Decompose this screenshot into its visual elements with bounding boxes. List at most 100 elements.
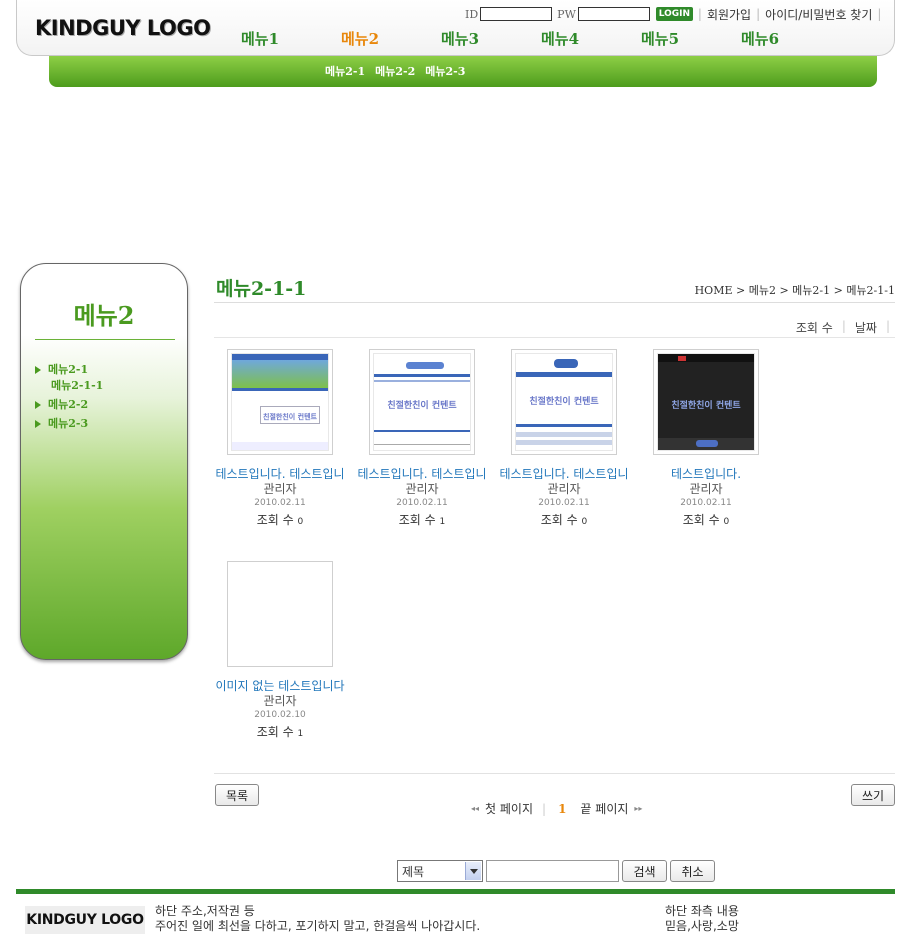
divider: |	[542, 801, 547, 816]
post-title-link[interactable]: 테스트입니다. 테스트입니	[357, 465, 487, 482]
post-title-link[interactable]: 테스트입니다.	[641, 465, 771, 482]
sub-nav-bar: 메뉴2-1 메뉴2-2 메뉴2-3	[49, 56, 877, 87]
triangle-bullet-icon	[35, 420, 41, 428]
post-views: 조회 수 0	[640, 511, 772, 528]
sidebar-subitem-2-1-1[interactable]: 메뉴2-1-1	[35, 377, 103, 393]
subnav-item-2-3[interactable]: 메뉴2-3	[425, 63, 465, 79]
pw-label: PW	[557, 7, 576, 21]
post-views: 조회 수 1	[214, 723, 346, 740]
views-count: 0	[581, 517, 588, 527]
last-page-link[interactable]: 끝 페이지	[580, 800, 628, 817]
footer-right-title: 하단 좌측 내용	[665, 904, 739, 918]
sidebar-item-label: 메뉴2-1	[48, 363, 89, 376]
id-label: ID	[465, 7, 479, 21]
post-views: 조회 수 0	[498, 511, 630, 528]
divider: |	[841, 319, 846, 333]
post-author: 관리자	[547, 482, 581, 496]
nav-menu2[interactable]: 메뉴2	[341, 28, 441, 49]
post-thumbnail[interactable]: 친절한친이 컨텐트	[369, 349, 475, 455]
post-date: 2010.02.11	[538, 498, 590, 508]
nav-menu1[interactable]: 메뉴1	[241, 28, 341, 49]
views-count: 1	[297, 729, 304, 739]
join-link[interactable]: 회원가입	[707, 6, 751, 23]
search-select-value: 제목	[402, 864, 425, 879]
post-author: 관리자	[405, 482, 439, 496]
sidebar-item-label: 메뉴2-2	[48, 398, 89, 411]
sidebar-menu: 메뉴2-1 메뉴2-1-1 메뉴2-2 메뉴2-3	[35, 363, 103, 436]
header: KINDGUY LOGO ID PW LOGIN | 회원가입 | 아이디/비밀…	[16, 0, 895, 56]
nav-menu4[interactable]: 메뉴4	[541, 28, 641, 49]
views-count: 0	[297, 517, 304, 527]
footer-right-info: 하단 좌측 내용 믿음,사랑,소망	[665, 904, 739, 934]
current-page[interactable]: 1	[558, 802, 566, 816]
views-label: 조회 수	[540, 513, 578, 527]
post-author: 관리자	[263, 482, 297, 496]
subnav-item-2-2[interactable]: 메뉴2-2	[375, 63, 415, 79]
breadcrumb: HOME > 메뉴2 > 메뉴2-1 > 메뉴2-1-1	[694, 284, 895, 297]
id-input[interactable]	[480, 7, 553, 21]
post-title-link[interactable]: 테스트입니다. 테스트입니	[499, 465, 629, 482]
footer-info: 하단 주소,저작권 등 주어진 일에 최선을 다하고, 포기하지 말고, 한걸음…	[155, 904, 480, 934]
pw-input[interactable]	[577, 7, 650, 21]
gallery-item[interactable]: 친절한친이 컨텐트 테스트입니다. 테스트입니 관리자 2010.02.11 조…	[214, 349, 346, 528]
sidebar: 메뉴2 메뉴2-1 메뉴2-1-1 메뉴2-2 메뉴2-3	[20, 263, 188, 660]
post-date: 2010.02.11	[254, 498, 306, 508]
post-thumbnail-empty[interactable]	[227, 561, 333, 667]
first-page-arrow-icon: ◂◂	[471, 804, 480, 813]
chevron-down-icon[interactable]	[465, 862, 481, 880]
thumbnail-text: 친절한친이 컨텐트	[387, 401, 457, 411]
nav-menu3[interactable]: 메뉴3	[441, 28, 541, 49]
gallery-item[interactable]: 친절한친이 컨텐트 테스트입니다. 테스트입니 관리자 2010.02.11 조…	[356, 349, 488, 528]
nav-menu6[interactable]: 메뉴6	[741, 28, 841, 49]
gallery-item[interactable]: 친절한친이 컨텐트 테스트입니다. 관리자 2010.02.11 조회 수 0	[640, 349, 772, 528]
gallery-item[interactable]: 친절한친이 컨텐트 테스트입니다. 테스트입니 관리자 2010.02.11 조…	[498, 349, 630, 528]
sidebar-item-2-2[interactable]: 메뉴2-2	[35, 398, 103, 412]
views-label: 조회 수	[682, 513, 720, 527]
sort-by-date[interactable]: 날짜	[855, 319, 877, 336]
triangle-bullet-icon	[35, 401, 41, 409]
sidebar-item-2-3[interactable]: 메뉴2-3	[35, 417, 103, 431]
post-title-link[interactable]: 이미지 없는 테스트입니다	[215, 677, 345, 694]
divider: |	[756, 7, 761, 21]
views-label: 조회 수	[256, 513, 294, 527]
write-button[interactable]: 쓰기	[851, 784, 895, 806]
page-title: 메뉴2-1-1	[216, 278, 307, 300]
gallery-item[interactable]: 이미지 없는 테스트입니다 관리자 2010.02.10 조회 수 1	[214, 561, 346, 740]
site-logo[interactable]: KINDGUY LOGO	[35, 16, 211, 40]
login-button[interactable]: LOGIN	[655, 7, 693, 21]
post-views: 조회 수 0	[214, 511, 346, 528]
post-title-link[interactable]: 테스트입니다. 테스트입니	[215, 465, 345, 482]
views-count: 1	[439, 517, 446, 527]
search-button[interactable]: 검색	[622, 860, 667, 882]
find-account-link[interactable]: 아이디/비밀번호 찾기	[765, 6, 872, 23]
post-thumbnail[interactable]: 친절한친이 컨텐트	[511, 349, 617, 455]
divider: |	[885, 319, 890, 333]
sort-options: 조회 수 | 날짜 |	[796, 319, 899, 336]
post-date: 2010.02.10	[254, 710, 306, 720]
search-form: 제목 검색 취소	[397, 860, 715, 882]
sidebar-item-2-1[interactable]: 메뉴2-1	[35, 363, 103, 377]
sidebar-title: 메뉴2	[73, 301, 135, 330]
sub-nav: 메뉴2-1 메뉴2-2 메뉴2-3	[325, 63, 465, 79]
sort-by-views[interactable]: 조회 수	[796, 319, 833, 336]
divider	[214, 337, 895, 338]
divider: |	[877, 7, 882, 21]
sidebar-divider	[35, 339, 175, 340]
footer-right-text: 믿음,사랑,소망	[665, 919, 739, 933]
post-views: 조회 수 1	[356, 511, 488, 528]
main-nav: 메뉴1 메뉴2 메뉴3 메뉴4 메뉴5 메뉴6	[241, 28, 841, 49]
post-thumbnail[interactable]: 친절한친이 컨텐트	[653, 349, 759, 455]
search-field-select[interactable]: 제목	[397, 860, 483, 882]
list-button[interactable]: 목록	[215, 784, 259, 806]
views-label: 조회 수	[398, 513, 436, 527]
subnav-item-2-1[interactable]: 메뉴2-1	[325, 63, 365, 79]
post-author: 관리자	[689, 482, 723, 496]
divider	[214, 302, 895, 303]
post-thumbnail[interactable]: 친절한친이 컨텐트	[227, 349, 333, 455]
search-input[interactable]	[486, 860, 619, 882]
footer-motto: 주어진 일에 최선을 다하고, 포기하지 말고, 한걸음씩 나아갑시다.	[155, 919, 481, 933]
cancel-button[interactable]: 취소	[670, 860, 715, 882]
nav-menu5[interactable]: 메뉴5	[641, 28, 741, 49]
first-page-link[interactable]: 첫 페이지	[485, 800, 533, 817]
triangle-bullet-icon	[35, 366, 41, 374]
